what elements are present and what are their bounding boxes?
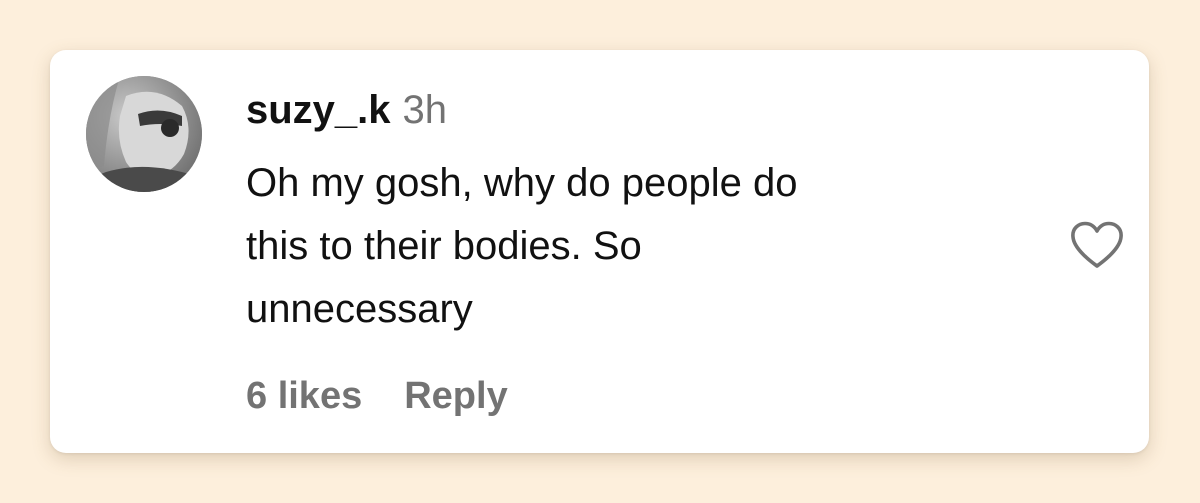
comment-actions: 6 likes Reply (246, 372, 508, 420)
comment-card: suzy_.k 3h Oh my gosh, why do people do t… (50, 50, 1149, 453)
comment-text-line: unnecessary (246, 287, 473, 331)
reply-button[interactable]: Reply (404, 372, 507, 420)
comment-text: Oh my gosh, why do people do this to the… (246, 152, 986, 341)
heart-outline-icon (1071, 221, 1123, 268)
comment-text-line: Oh my gosh, why do people do (246, 161, 798, 205)
comment-timestamp[interactable]: 3h (403, 88, 448, 132)
like-button[interactable] (1069, 220, 1125, 270)
comment-body: suzy_.k 3h Oh my gosh, why do people do t… (246, 86, 1026, 341)
avatar-photo (86, 76, 202, 192)
username-link[interactable]: suzy_.k (246, 88, 391, 132)
likes-count[interactable]: 6 likes (246, 372, 362, 420)
comment-header: suzy_.k 3h (246, 86, 1026, 134)
avatar[interactable] (86, 76, 202, 192)
comment-text-line: this to their bodies. So (246, 224, 642, 268)
